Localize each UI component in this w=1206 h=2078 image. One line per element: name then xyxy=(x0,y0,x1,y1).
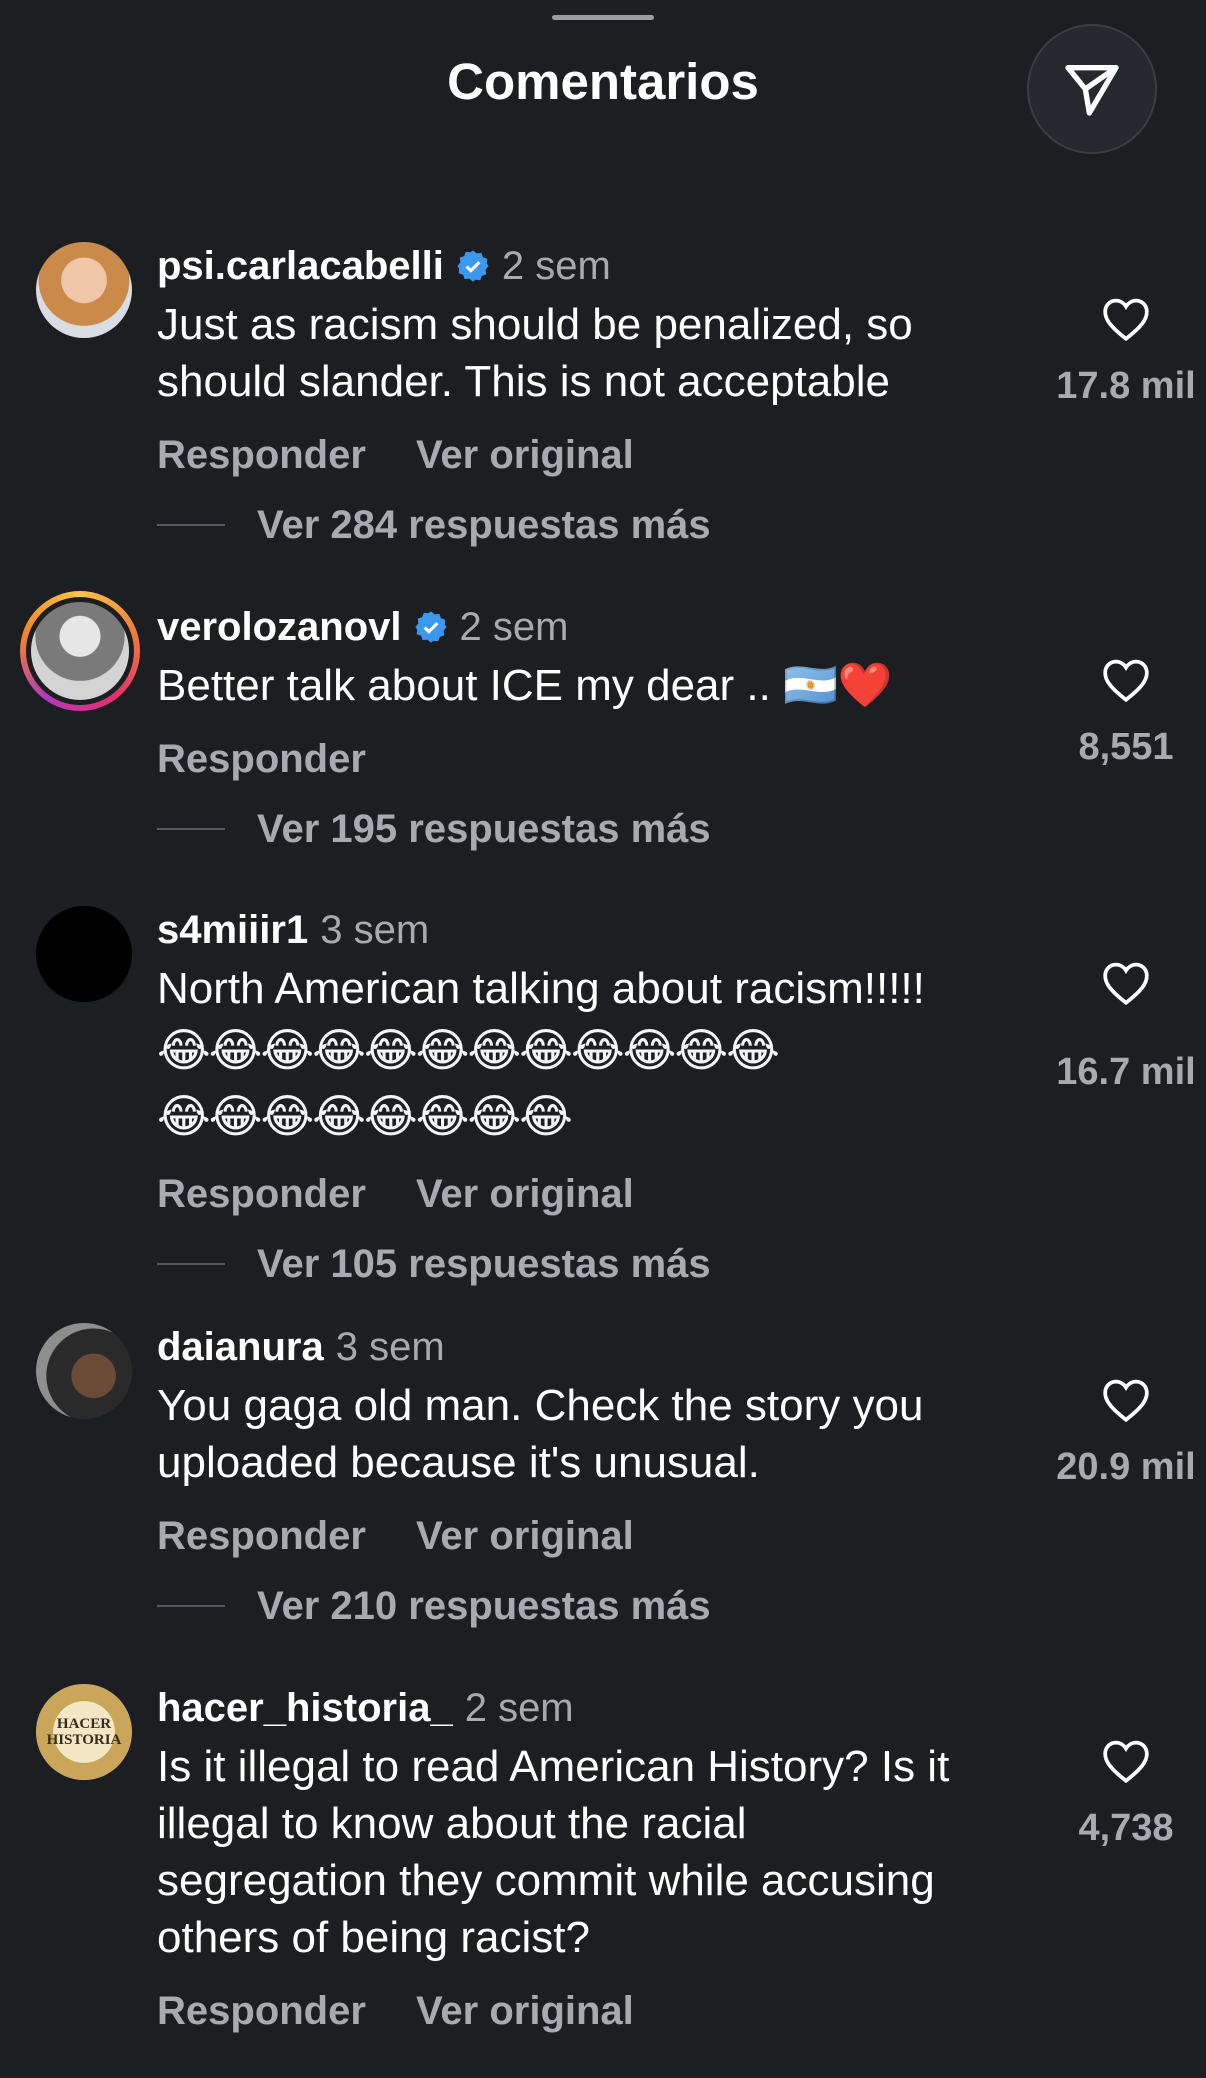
heart-icon[interactable] xyxy=(1101,296,1151,342)
replies-divider xyxy=(157,1263,225,1265)
heart-icon[interactable] xyxy=(1101,1377,1151,1423)
view-replies-button[interactable]: Ver 210 respuestas más xyxy=(157,1571,1037,1641)
comment-item: psi.carlacabelli 2 sem Just as racism sh… xyxy=(0,236,1206,597)
comment-timestamp: 2 sem xyxy=(464,1686,574,1730)
like-count: 4,738 xyxy=(1078,1807,1174,1849)
sheet-grabber[interactable] xyxy=(552,15,654,20)
reply-button[interactable]: Responder xyxy=(157,1514,366,1558)
comment-text: You gaga old man. Check the story you up… xyxy=(157,1381,924,1487)
comment-timestamp: 3 sem xyxy=(320,908,430,952)
view-replies-button[interactable]: Ver 284 respuestas más xyxy=(157,490,1037,560)
send-icon xyxy=(1065,65,1119,116)
page-title: Comentarios xyxy=(447,53,759,110)
comment-text: Better talk about ICE my dear .. 🇦🇷❤️ xyxy=(157,661,893,710)
verified-badge-icon xyxy=(457,250,489,282)
heart-icon[interactable] xyxy=(1101,1738,1151,1784)
comment-username[interactable]: verolozanovl xyxy=(157,597,402,657)
verified-badge-icon xyxy=(414,611,447,643)
avatar[interactable] xyxy=(36,906,132,1002)
like-count: 20.9 mil xyxy=(1056,1446,1196,1488)
comment-emoji-line: 😂😂😂😂😂😂😂😂 xyxy=(157,1090,573,1142)
view-replies-label: Ver 284 respuestas más xyxy=(257,503,711,547)
comment-username[interactable]: psi.carlacabelli xyxy=(157,236,444,296)
like-count: 17.8 mil xyxy=(1056,365,1196,407)
replies-divider xyxy=(157,524,225,526)
heart-icon[interactable] xyxy=(1101,960,1151,1006)
see-original-button[interactable]: Ver original xyxy=(416,1172,634,1216)
comment-emoji-line: 😂😂😂😂😂😂😂😂😂😂😂😂 xyxy=(157,1024,780,1076)
comments-list: psi.carlacabelli 2 sem Just as racism sh… xyxy=(0,236,1206,2078)
heart-icon[interactable] xyxy=(1101,657,1151,703)
reply-button[interactable]: Responder xyxy=(157,1989,366,2033)
reply-button[interactable]: Responder xyxy=(157,433,366,477)
avatar[interactable]: HACER HISTORIA xyxy=(36,1684,132,1780)
avatar[interactable] xyxy=(36,242,132,338)
view-replies-label: Ver 210 respuestas más xyxy=(257,1584,711,1628)
comment-username[interactable]: daianura xyxy=(157,1317,324,1377)
avatar[interactable] xyxy=(20,591,140,711)
avatar[interactable] xyxy=(36,1323,132,1419)
comment-item: verolozanovl 2 sem Better talk about ICE… xyxy=(0,591,1206,900)
view-replies-button[interactable]: Ver 195 respuestas más xyxy=(157,794,1037,864)
comment-username[interactable]: s4miiir1 xyxy=(157,900,308,960)
see-original-button[interactable]: Ver original xyxy=(416,433,634,477)
view-replies-label: Ver 195 respuestas más xyxy=(257,807,711,851)
comment-timestamp: 2 sem xyxy=(459,605,569,649)
comment-text: North American talking about racism!!!!! xyxy=(157,964,925,1013)
comment-text: Is it illegal to read American History? … xyxy=(157,1742,950,1962)
view-replies-label: Ver 105 respuestas más xyxy=(257,1242,711,1286)
like-count: 16.7 mil xyxy=(1056,1051,1196,1093)
view-replies-button[interactable]: Ver 105 respuestas más xyxy=(157,1229,1037,1299)
comment-timestamp: 3 sem xyxy=(335,1325,445,1369)
comment-text: Just as racism should be penalized, so s… xyxy=(157,300,913,406)
like-count: 8,551 xyxy=(1078,726,1174,768)
comment-item: s4miiir1 3 sem North American talking ab… xyxy=(0,900,1206,1317)
reply-button[interactable]: Responder xyxy=(157,1172,366,1216)
comment-username[interactable]: hacer_historia_ xyxy=(157,1678,453,1738)
avatar-logo-text: HACER HISTORIA xyxy=(46,1716,122,1748)
share-button[interactable] xyxy=(1027,24,1157,154)
see-original-button[interactable]: Ver original xyxy=(416,1989,634,2033)
comment-item: HACER HISTORIA hacer_historia_ 2 sem Is … xyxy=(0,1678,1206,2078)
comment-timestamp: 2 sem xyxy=(501,244,611,288)
reply-button[interactable]: Responder xyxy=(157,737,366,781)
replies-divider xyxy=(157,1605,225,1607)
replies-divider xyxy=(157,828,225,830)
see-original-button[interactable]: Ver original xyxy=(416,1514,634,1558)
comment-item: daianura 3 sem You gaga old man. Check t… xyxy=(0,1317,1206,1678)
